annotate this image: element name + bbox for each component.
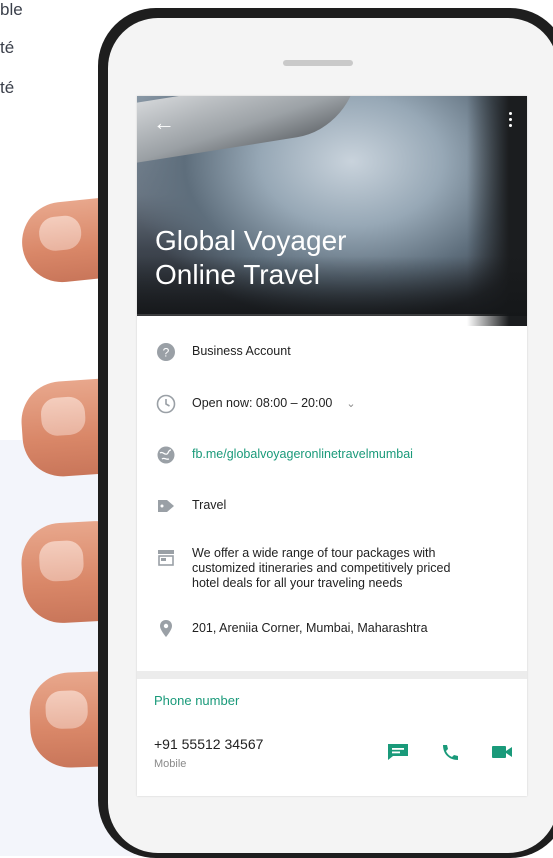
- phone-type: Mobile: [154, 758, 187, 770]
- background-text: té: [0, 78, 15, 97]
- video-icon[interactable]: [491, 743, 513, 761]
- description-line: hotel deals for all your traveling needs: [192, 576, 403, 590]
- business-title: Global Voyager Online Travel: [155, 224, 455, 292]
- phone-section-title: Phone number: [154, 693, 240, 708]
- section-divider: [137, 671, 527, 679]
- description-line: customized itineraries and competitively…: [192, 561, 451, 575]
- help-circle-icon: ?: [157, 343, 175, 361]
- svg-text:?: ?: [163, 346, 170, 360]
- phone-screen: ← Global Voyager Online Travel ? Busines…: [137, 96, 527, 796]
- business-title-line: Online Travel: [155, 259, 320, 290]
- phone-icon[interactable]: [439, 743, 461, 761]
- business-description: We offer a wide range of tour packages w…: [192, 546, 512, 591]
- address[interactable]: 201, Areniia Corner, Mumbai, Maharashtra: [192, 621, 428, 636]
- opening-hours-text: Open now: 08:00 – 20:00: [192, 396, 333, 410]
- website-link[interactable]: fb.me/globalvoyageronlinetravelmumbai: [192, 447, 413, 462]
- more-options-icon[interactable]: [509, 112, 513, 130]
- store-icon: [158, 550, 174, 566]
- tag-icon: [158, 500, 174, 512]
- globe-icon: [157, 446, 175, 464]
- clock-icon: [156, 394, 176, 414]
- category-label: Travel: [192, 498, 227, 512]
- opening-hours[interactable]: Open now: 08:00 – 20:00 ⌄: [192, 396, 356, 412]
- hero-image: ← Global Voyager Online Travel: [137, 96, 527, 326]
- message-icon[interactable]: [387, 743, 409, 761]
- background-text: té: [0, 38, 15, 57]
- phone-number[interactable]: +91 55512 34567: [154, 736, 263, 752]
- back-arrow-icon[interactable]: ←: [153, 112, 175, 134]
- business-title-line: Global Voyager: [155, 225, 347, 256]
- description-line: We offer a wide range of tour packages w…: [192, 546, 436, 560]
- business-account-label: Business Account: [192, 344, 291, 358]
- phone-speaker: [283, 60, 353, 66]
- chevron-down-icon[interactable]: ⌄: [346, 398, 355, 410]
- location-pin-icon: [160, 620, 172, 637]
- background-text: ble: [0, 0, 23, 19]
